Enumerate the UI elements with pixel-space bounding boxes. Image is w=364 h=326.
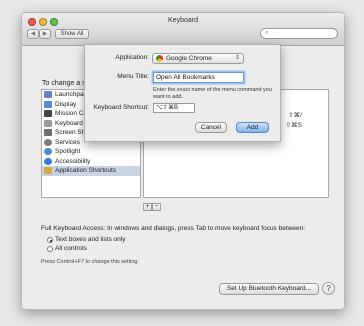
list-item-label: Launchpad bbox=[55, 91, 88, 98]
gear-icon bbox=[44, 138, 52, 146]
list-item-application-shortcuts[interactable]: Application Shortcuts bbox=[42, 166, 140, 176]
menu-title-label: Menu Title: bbox=[117, 73, 149, 80]
application-value: Google Chrome bbox=[166, 55, 212, 62]
display-icon bbox=[44, 100, 52, 108]
list-item-label: Spotlight bbox=[55, 148, 81, 155]
launchpad-icon bbox=[44, 91, 52, 98]
list-item-spotlight[interactable]: Spotlight bbox=[42, 147, 140, 157]
keyboard-shortcut-field[interactable]: ⌥⇧⌘B bbox=[153, 103, 195, 113]
keyboard-shortcut-label: Keyboard Shortcut: bbox=[93, 104, 149, 111]
list-item-label: Mission Co bbox=[55, 110, 88, 117]
list-item-label: Display bbox=[55, 100, 77, 108]
shortcut-value: ⇧⌘S bbox=[285, 122, 302, 129]
list-item-label: Keyboard bbox=[55, 119, 83, 127]
forward-button[interactable]: ▶ bbox=[39, 29, 51, 39]
mission-control-icon bbox=[44, 110, 52, 117]
radio-label: All controls bbox=[55, 245, 87, 252]
add-button[interactable]: Add bbox=[236, 122, 269, 133]
screenshot-icon bbox=[44, 129, 52, 136]
window-title: Keyboard bbox=[168, 17, 198, 24]
show-all-button[interactable]: Show All bbox=[55, 29, 89, 39]
menu-title-help: Enter the exact name of the menu command… bbox=[153, 87, 272, 100]
app-shortcuts-icon bbox=[44, 167, 52, 174]
remove-shortcut-button[interactable]: − bbox=[152, 203, 161, 211]
radio-label: Text boxes and lists only bbox=[55, 236, 126, 243]
bluetooth-keyboard-button[interactable]: Set Up Bluetooth Keyboard... bbox=[219, 283, 319, 295]
list-item-label: Accessibility bbox=[55, 157, 91, 165]
list-item-label: Services bbox=[55, 138, 80, 146]
help-button[interactable]: ? bbox=[322, 282, 335, 295]
accessibility-icon bbox=[44, 157, 52, 165]
title-bar: Keyboard ◀ ▶ Show All ⌕ bbox=[22, 13, 344, 46]
list-item-accessibility[interactable]: Accessibility bbox=[42, 157, 140, 167]
shortcut-value: ⇧⌘/ bbox=[288, 112, 302, 119]
add-shortcut-button[interactable]: + bbox=[143, 203, 152, 211]
menu-title-field[interactable]: Open All Bookmarks bbox=[153, 72, 244, 83]
chrome-icon bbox=[156, 55, 163, 62]
list-item-label: Application Shortcuts bbox=[55, 167, 117, 174]
shortcut-hint: Press Control+F7 to change this setting. bbox=[41, 259, 139, 265]
spotlight-icon bbox=[44, 148, 52, 155]
cancel-button[interactable]: Cancel bbox=[195, 122, 227, 133]
back-button[interactable]: ◀ bbox=[27, 29, 39, 39]
radio-button[interactable] bbox=[47, 246, 53, 252]
search-icon: ⌕ bbox=[265, 30, 269, 36]
chevron-updown-icon: ⇕ bbox=[234, 55, 240, 61]
application-label: Application: bbox=[115, 54, 149, 61]
instruction-label: To change a s bbox=[42, 80, 86, 87]
keyboard-icon bbox=[44, 119, 52, 127]
full-keyboard-access-label: Full Keyboard Access: In windows and dia… bbox=[41, 225, 305, 232]
search-field[interactable]: ⌕ bbox=[260, 28, 338, 39]
add-shortcut-sheet: Application: Google Chrome ⇕ Menu Title:… bbox=[84, 44, 281, 142]
application-popup[interactable]: Google Chrome ⇕ bbox=[152, 53, 244, 64]
radio-button[interactable] bbox=[47, 237, 53, 243]
